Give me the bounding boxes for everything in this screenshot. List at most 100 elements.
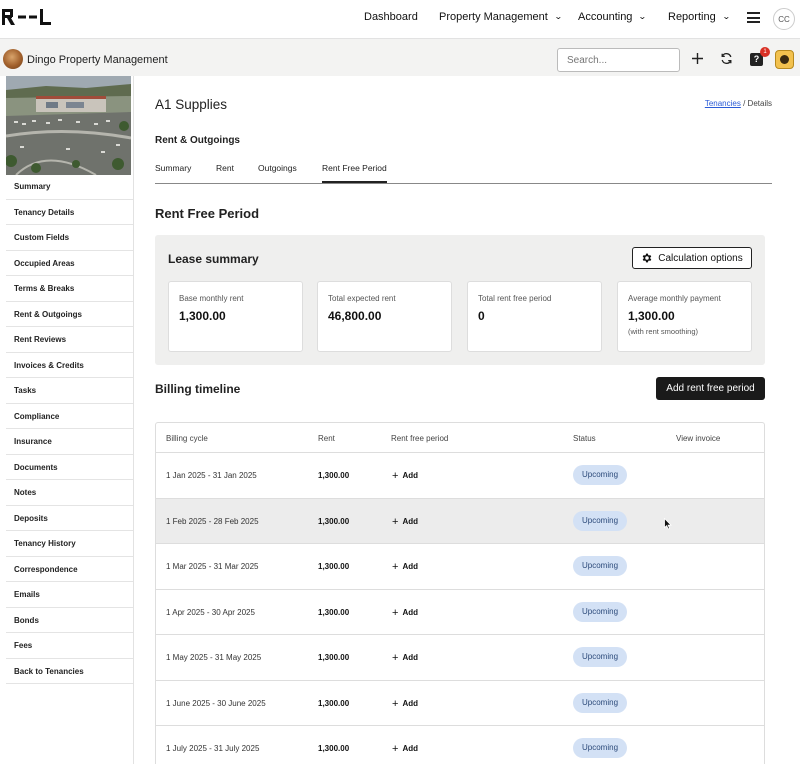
card-value: 0 <box>478 309 485 323</box>
tab-outgoings[interactable]: Outgoings <box>258 163 297 173</box>
breadcrumb: Tenancies / Details <box>705 99 772 108</box>
status-badge: Upcoming <box>573 647 628 667</box>
rent-cell: 1,300.00 <box>318 653 350 662</box>
tab-rent-free-period[interactable]: Rent Free Period <box>322 163 387 183</box>
sidebar-item-notes[interactable]: Notes <box>6 480 133 506</box>
breadcrumb-tenancies-link[interactable]: Tenancies <box>705 99 741 108</box>
add-rent-free-link[interactable]: + Add <box>392 697 418 710</box>
sidebar-item-back-to-tenancies[interactable]: Back to Tenancies <box>6 659 133 684</box>
column-header-billing-cycle: Billing cycle <box>166 434 208 443</box>
sidebar-item-custom-fields[interactable]: Custom Fields <box>6 225 133 251</box>
organization-name: Dingo Property Management <box>27 54 168 66</box>
calculation-options-button[interactable]: Calculation options <box>632 247 752 269</box>
card-label: Total expected rent <box>328 294 396 303</box>
table-row: 1 June 2025 - 30 June 2025 1,300.00 + Add… <box>156 681 764 726</box>
summary-card-total-expected-rent: Total expected rent 46,800.00 <box>317 281 452 352</box>
lease-summary-title: Lease summary <box>168 252 259 266</box>
mouse-cursor-icon <box>664 518 672 530</box>
status-badge: Upcoming <box>573 556 628 576</box>
user-avatar[interactable]: CC <box>773 8 795 30</box>
page-title: A1 Supplies <box>155 97 228 112</box>
rent-cell: 1,300.00 <box>318 607 350 617</box>
property-photo <box>6 76 131 175</box>
nav-dashboard[interactable]: Dashboard <box>364 11 418 23</box>
table-header: Billing cycle Rent Rent free period Stat… <box>156 423 764 453</box>
column-header-view-invoice: View invoice <box>676 434 721 443</box>
table-row: 1 Mar 2025 - 31 Mar 2025 1,300.00 + Add U… <box>156 544 764 590</box>
tab-bar: Summary Rent Outgoings Rent Free Period <box>155 159 772 184</box>
plus-icon: + <box>392 652 399 664</box>
chevron-down-icon: ⌄ <box>721 12 731 21</box>
sidebar-item-rent-outgoings[interactable]: Rent & Outgoings <box>6 302 133 327</box>
chevron-down-icon: ⌄ <box>638 12 648 21</box>
column-header-rent-free-period: Rent free period <box>391 434 449 443</box>
card-value: 46,800.00 <box>328 309 382 323</box>
sidebar-item-compliance[interactable]: Compliance <box>6 404 133 429</box>
add-label: Add <box>402 516 418 526</box>
nav-property-management-label: Property Management <box>439 11 548 23</box>
nav-dashboard-label: Dashboard <box>364 11 418 23</box>
sidebar-item-bonds[interactable]: Bonds <box>6 608 133 633</box>
sidebar-item-insurance[interactable]: Insurance <box>6 429 133 455</box>
sidebar-item-emails[interactable]: Emails <box>6 582 133 608</box>
rent-cell: 1,300.00 <box>318 516 350 526</box>
sidebar-item-correspondence[interactable]: Correspondence <box>6 557 133 582</box>
tab-summary[interactable]: Summary <box>155 163 191 173</box>
status-badge: Upcoming <box>573 510 628 531</box>
sidebar-item-tasks[interactable]: Tasks <box>6 378 133 404</box>
company-logo[interactable] <box>2 8 54 28</box>
top-navigation-bar: Dashboard Property Management ⌄ Accountin… <box>0 0 800 38</box>
rent-cell: 1,300.00 <box>318 698 350 708</box>
sidebar-item-rent-reviews[interactable]: Rent Reviews <box>6 327 133 353</box>
add-rent-free-link[interactable]: + Add <box>392 651 418 664</box>
hamburger-menu-icon[interactable] <box>747 12 760 23</box>
section-title: Rent & Outgoings <box>155 135 240 146</box>
nav-property-management[interactable]: Property Management ⌄ <box>439 11 563 23</box>
card-label: Base monthly rent <box>179 294 244 303</box>
calculation-options-label: Calculation options <box>658 252 743 264</box>
rent-cell: 1,300.00 <box>318 562 350 571</box>
refresh-icon[interactable] <box>720 52 733 68</box>
sidebar-item-invoices-credits[interactable]: Invoices & Credits <box>6 353 133 378</box>
status-badge: Upcoming <box>573 738 628 758</box>
billing-cycle-cell: 1 June 2025 - 30 June 2025 <box>166 698 266 708</box>
add-rent-free-link[interactable]: + Add <box>392 742 418 755</box>
search-input[interactable] <box>557 48 680 72</box>
add-rent-free-period-button[interactable]: Add rent free period <box>656 377 765 400</box>
sidebar-item-documents[interactable]: Documents <box>6 455 133 480</box>
add-label: Add <box>402 744 418 753</box>
plus-icon[interactable] <box>691 52 704 68</box>
add-label: Add <box>402 698 418 708</box>
billing-cycle-cell: 1 Jan 2025 - 31 Jan 2025 <box>166 471 257 480</box>
sidebar-item-terms-breaks[interactable]: Terms & Breaks <box>6 276 133 302</box>
nav-reporting[interactable]: Reporting ⌄ <box>668 11 731 23</box>
add-rent-free-link[interactable]: + Add <box>392 606 418 619</box>
add-rent-free-link[interactable]: + Add <box>392 515 418 528</box>
add-rent-free-link[interactable]: + Add <box>392 560 418 573</box>
add-rent-free-link[interactable]: + Add <box>392 469 418 482</box>
card-note: (with rent smoothing) <box>628 327 699 336</box>
sidebar-item-occupied-areas[interactable]: Occupied Areas <box>6 251 133 276</box>
column-header-status: Status <box>573 434 596 443</box>
nav-accounting[interactable]: Accounting ⌄ <box>578 11 648 23</box>
tab-rent[interactable]: Rent <box>216 163 234 173</box>
breadcrumb-separator: / <box>743 99 746 108</box>
sidebar-menu: Summary Tenancy Details Custom Fields Oc… <box>6 174 133 684</box>
sidebar-item-fees[interactable]: Fees <box>6 633 133 659</box>
sidebar-item-deposits[interactable]: Deposits <box>6 506 133 531</box>
nav-reporting-label: Reporting <box>668 11 716 23</box>
card-value: 1,300.00 <box>179 309 226 323</box>
summary-card-total-rent-free-period: Total rent free period 0 <box>467 281 602 352</box>
sidebar-item-tenancy-history[interactable]: Tenancy History <box>6 531 133 557</box>
billing-cycle-cell: 1 Apr 2025 - 30 Apr 2025 <box>166 607 255 617</box>
org-switcher-icon[interactable] <box>775 50 794 69</box>
table-row: 1 Jan 2025 - 31 Jan 2025 1,300.00 + Add U… <box>156 453 764 499</box>
sidebar-item-tenancy-details[interactable]: Tenancy Details <box>6 200 133 225</box>
column-header-rent: Rent <box>318 434 335 443</box>
plus-icon: + <box>392 697 399 710</box>
sidebar-item-summary[interactable]: Summary <box>6 174 133 200</box>
table-row: 1 July 2025 - 31 July 2025 1,300.00 + Add… <box>156 726 764 764</box>
chevron-down-icon: ⌄ <box>553 12 563 21</box>
billing-cycle-cell: 1 July 2025 - 31 July 2025 <box>166 744 260 753</box>
status-badge: Upcoming <box>573 692 628 713</box>
